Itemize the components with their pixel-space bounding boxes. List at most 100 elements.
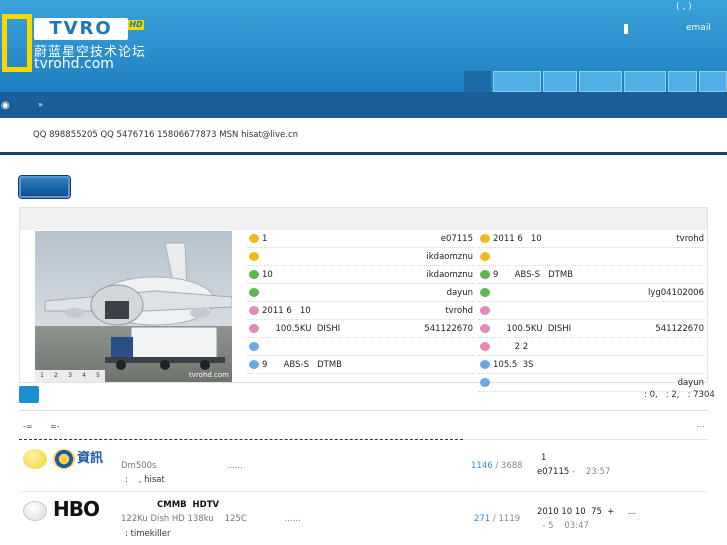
- tab-first[interactable]: -=: [23, 422, 33, 431]
- thread-list-item[interactable]: 9 ABS-S DTMB: [478, 266, 706, 284]
- thread-bubble-icon: [249, 252, 259, 261]
- thread-author[interactable]: tvrohd: [676, 234, 704, 244]
- forum-logo-hbo[interactable]: HBO: [53, 497, 100, 521]
- thread-title[interactable]: 100.5KU DISHI: [262, 324, 341, 334]
- thread-list-item[interactable]: lyg04102006: [478, 284, 706, 302]
- thread-author[interactable]: dayun: [678, 378, 704, 388]
- panel-header: [20, 208, 707, 230]
- thread-list-item[interactable]: 100.5KU DISHI 541122670: [247, 320, 475, 338]
- forum-logo-zixun[interactable]: 資訊: [53, 447, 103, 469]
- thread-title[interactable]: 10: [262, 270, 273, 280]
- thread-title[interactable]: 9 ABS-S DTMB: [262, 360, 342, 370]
- nav-tab-4[interactable]: [579, 71, 622, 92]
- last-post-user[interactable]: e07115: [537, 467, 569, 477]
- thread-list-item[interactable]: [478, 248, 706, 266]
- forum-logo-text: 資訊: [77, 451, 104, 466]
- thread-title[interactable]: 105.5 3S: [493, 360, 534, 370]
- thread-author[interactable]: ikdaomznu: [426, 252, 473, 262]
- nav-tab-3[interactable]: [543, 71, 577, 92]
- forum-moderators[interactable]: : , hisat: [125, 475, 165, 485]
- thread-list-item[interactable]: 10 ikdaomznu: [247, 266, 475, 284]
- photo-page-5[interactable]: 5: [91, 370, 105, 382]
- contact-info: QQ 898855205 QQ 5476716 15806677873 MSN …: [33, 130, 299, 140]
- more-link[interactable]: ...: [697, 420, 705, 429]
- thread-title[interactable]: 1: [262, 234, 267, 244]
- site-url: tvrohd.com: [34, 56, 114, 72]
- thread-title[interactable]: 9 ABS-S DTMB: [493, 270, 573, 280]
- tab-second[interactable]: =-: [50, 422, 60, 431]
- forum-row: 資訊 Dm500s ...... : , hisat 1146 / 3688 1…: [19, 445, 708, 495]
- logo-wordmark[interactable]: TVRO: [34, 18, 128, 40]
- last-post-title[interactable]: 2010 10 10 75 + ...: [537, 507, 636, 517]
- thread-title[interactable]: 100.5KU DISHI: [493, 324, 572, 334]
- photo-page-1[interactable]: 1: [35, 370, 49, 382]
- thread-list-item[interactable]: 9 ABS-S DTMB: [247, 356, 475, 374]
- forum-counts: 271 / 1119: [474, 514, 520, 524]
- thread-author[interactable]: tvrohd: [445, 306, 473, 316]
- thread-bubble-icon: [480, 324, 490, 333]
- thread-bubble-icon: [480, 234, 490, 243]
- new-post-button[interactable]: [19, 176, 70, 198]
- divider: [19, 410, 708, 411]
- thread-list-item[interactable]: 2 2: [478, 338, 706, 356]
- chat-bubble-icon[interactable]: ◉: [1, 100, 10, 111]
- thread-title[interactable]: 2011 6 10: [262, 306, 311, 316]
- logo-frame[interactable]: [2, 14, 32, 72]
- photo-page-2[interactable]: 2: [49, 370, 63, 382]
- thread-author[interactable]: lyg04102006: [648, 288, 704, 298]
- forum-moderators[interactable]: : timekiller: [125, 529, 171, 539]
- online-stats: : 0, : 2, : 7304: [644, 390, 715, 400]
- photo-page-3[interactable]: 3: [63, 370, 77, 382]
- featured-photo[interactable]: tvrohd.com 1 2 3 4 5: [35, 231, 232, 382]
- photo-page-4[interactable]: 4: [77, 370, 91, 382]
- toggle-button[interactable]: [19, 386, 39, 403]
- divider: [19, 439, 463, 440]
- thread-bubble-icon: [480, 270, 490, 279]
- thread-list-item[interactable]: 2011 6 10 tvrohd: [478, 230, 706, 248]
- forum-title[interactable]: CMMB HDTV: [157, 500, 219, 510]
- breadcrumb-arrow-icon: »: [38, 100, 43, 109]
- thread-title[interactable]: 2011 6 10: [493, 234, 542, 244]
- thread-list-item[interactable]: 1 e07115: [247, 230, 475, 248]
- thread-bubble-icon: [249, 270, 259, 279]
- thread-list-item[interactable]: 100.5KU DISHI 541122670: [478, 320, 706, 338]
- thread-author[interactable]: ikdaomznu: [426, 270, 473, 280]
- thread-bubble-icon: [480, 288, 490, 297]
- logo-hd-badge: HD: [128, 20, 144, 30]
- thread-bubble-icon: [249, 342, 259, 351]
- post-count: / 3688: [492, 461, 523, 471]
- thread-bubble-icon: [249, 288, 259, 297]
- thread-author[interactable]: dayun: [447, 288, 473, 298]
- sub-nav: ◉ »: [0, 92, 727, 118]
- nav-tab-7[interactable]: [699, 71, 727, 92]
- last-post-title[interactable]: 1: [541, 453, 546, 463]
- thread-author[interactable]: 541122670: [655, 324, 704, 334]
- photo-pager: 1 2 3 4 5: [35, 370, 105, 382]
- thread-bubble-icon: [480, 342, 490, 351]
- thread-list-item[interactable]: dayun: [247, 284, 475, 302]
- photo-watermark: tvrohd.com: [189, 371, 229, 379]
- thread-list-item[interactable]: 105.5 3S: [478, 356, 706, 374]
- featured-panel: tvrohd.com 1 2 3 4 5 1 e07115 ikdaomznu 10 i…: [19, 207, 708, 392]
- new-posts-bubble-icon: [23, 449, 47, 469]
- forum-row: HBO CMMB HDTV 122Ku Dish HD 138ku 125C .…: [19, 495, 708, 545]
- nav-tab-home[interactable]: [464, 71, 491, 92]
- top-links[interactable]: ( , ): [676, 2, 692, 12]
- nav-tab-2[interactable]: [493, 71, 541, 92]
- thread-list-item[interactable]: [247, 338, 475, 356]
- thread-count: 271: [474, 514, 491, 524]
- site-header: TVRO HD 蔚蓝星空技术论坛 tvrohd.com ( , ) email: [0, 0, 727, 92]
- separator-icon: [624, 24, 628, 34]
- nav-tab-6[interactable]: [668, 71, 697, 92]
- thread-bubble-icon: [249, 360, 259, 369]
- nav-tab-5[interactable]: [624, 71, 666, 92]
- thread-list-item[interactable]: 2011 6 10 tvrohd: [247, 302, 475, 320]
- thread-author[interactable]: 541122670: [424, 324, 473, 334]
- thread-list-right: 2011 6 10 tvrohd 9 ABS-S DTMB lyg04102006 1…: [478, 230, 706, 392]
- thread-title[interactable]: 2 2: [493, 342, 529, 352]
- thread-list-item[interactable]: [478, 302, 706, 320]
- thread-list-item[interactable]: ikdaomznu: [247, 248, 475, 266]
- thread-author[interactable]: e07115: [441, 234, 473, 244]
- forum-description: 122Ku Dish HD 138ku 125C ......: [121, 514, 301, 524]
- email-link[interactable]: email: [686, 23, 711, 33]
